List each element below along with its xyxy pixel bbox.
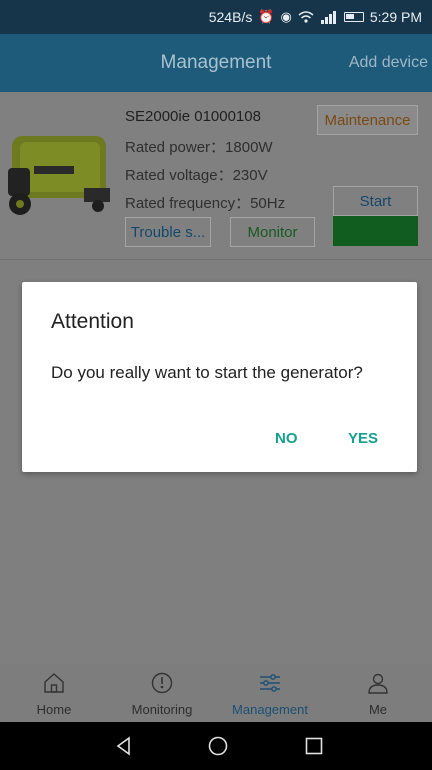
recents-icon[interactable] [303,735,325,757]
tab-monitoring-label: Monitoring [131,702,193,717]
home-icon [44,673,64,693]
confirm-dialog: Attention Do you really want to start th… [22,282,417,472]
dialog-title: Attention [51,310,134,333]
tab-me[interactable]: Me [324,664,432,722]
signal-icon [320,11,336,24]
system-nav-bar [0,722,432,770]
tab-management[interactable]: Management [216,664,324,722]
tab-home[interactable]: Home [0,664,108,722]
sliders-icon [260,674,280,692]
monitor-button[interactable]: Monitor [230,217,315,247]
yes-button[interactable]: YES [348,430,378,447]
clock: 5:29 PM [369,9,422,25]
back-icon[interactable] [113,735,135,757]
start-button[interactable]: Start [333,186,418,216]
tab-monitoring[interactable]: Monitoring [108,664,216,722]
no-button[interactable]: NO [275,430,298,447]
gauge-icon [151,672,173,694]
alarm-icon: ⏰ [258,9,275,24]
battery-icon [343,12,364,22]
bottom-tab-bar: Home Monitoring Management Me [0,664,432,722]
vibrate-icon: ◉ [280,9,292,24]
home-circle-icon[interactable] [207,735,229,757]
tab-me-label: Me [368,702,388,717]
troubleshooting-button[interactable]: Trouble s... [125,217,211,247]
generator-image [8,136,110,215]
add-device-button[interactable]: Add device [349,54,428,72]
tab-management-label: Management [232,702,308,717]
wifi-icon [298,11,314,23]
device-card: SE2000ie 01000108 Rated power：1800W Rate… [0,92,432,260]
rated-voltage: Rated voltage：230V [125,167,268,184]
app-header: Management Add device [0,34,432,92]
dialog-message: Do you really want to start the generato… [51,363,363,382]
tab-home-label: Home [36,702,72,717]
rated-power: Rated power：1800W [125,139,273,156]
maintenance-button[interactable]: Maintenance [317,105,418,135]
device-name: SE2000ie 01000108 [125,108,261,125]
start-indicator[interactable] [333,216,418,246]
network-speed: 524B/s [208,9,253,25]
rated-frequency: Rated frequency：50Hz [125,195,286,212]
status-bar: 524B/s ⏰ ◉ 5:29 PM [0,0,432,34]
person-icon [368,673,388,694]
